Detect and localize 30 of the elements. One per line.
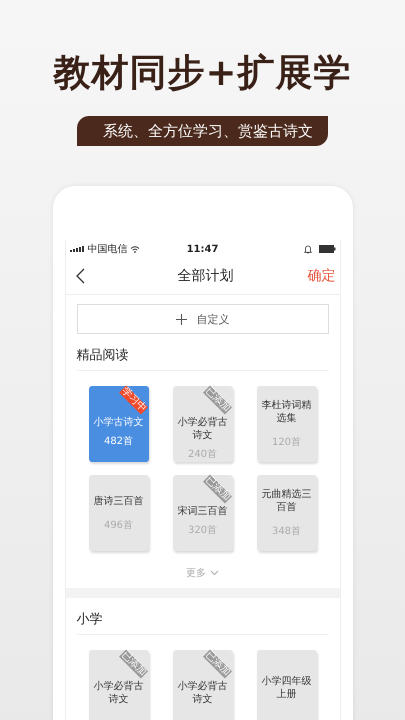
chevron-down-icon [210,570,219,576]
headline: 教材同步+扩展学 [53,50,352,96]
battery-icon [318,245,336,253]
section-title: 小学 [76,598,328,635]
plan-card[interactable]: 小学四年级上册 [256,650,316,720]
carrier-name: 中国电信 [88,242,128,256]
confirm-button[interactable]: 确定 [296,267,336,285]
screen-title: 全部计划 [178,267,234,285]
status-ribbon: 已添加 [202,650,232,678]
plan-card[interactable]: 小学必背古诗文 已添加 [172,650,232,720]
plan-card[interactable]: 小学古诗文 482首 学习中 [88,386,148,462]
status-ribbon: 已添加 [202,474,232,504]
status-ribbon: 学习中 [118,386,148,414]
plan-card[interactable]: 宋词三百首 320首 已添加 [172,475,232,551]
wifi-icon [130,245,140,253]
plus-icon [176,314,186,324]
status-ribbon: 已添加 [202,386,232,414]
status-ribbon: 已添加 [118,650,148,678]
plan-card[interactable]: 唐诗三百首 496首 [88,475,148,551]
bell-icon [304,244,312,254]
plan-card[interactable]: 李杜诗词精选集 120首 [256,386,316,462]
clock-time: 11:47 [186,244,218,254]
plan-card[interactable]: 小学必背古诗文 240首 已添加 [172,386,232,462]
signal-icon [70,245,86,253]
custom-plan-button[interactable]: 自定义 [76,304,328,334]
plan-card[interactable]: 元曲精选三百首 348首 [256,475,316,551]
tagline-banner: 系统、全方位学习、赏鉴古诗文 [77,116,328,146]
chevron-left-icon [76,268,84,284]
plan-card[interactable]: 小学必背古诗文 已添加 [88,650,148,720]
section-title: 精品阅读 [76,334,328,371]
